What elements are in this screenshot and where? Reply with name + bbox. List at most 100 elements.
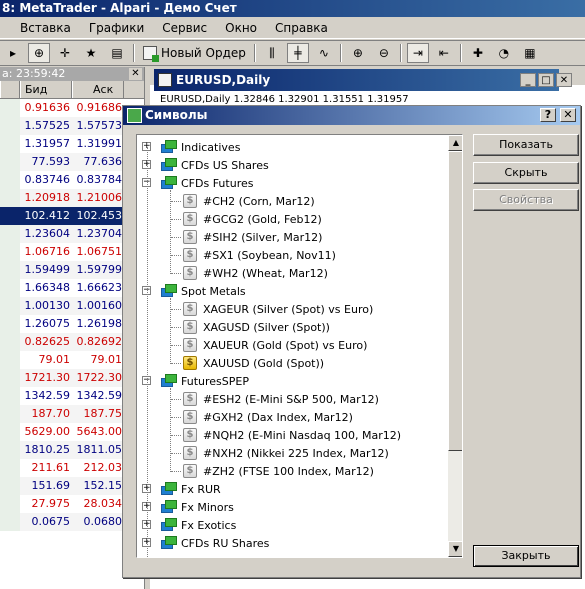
tree-symbol[interactable]: $ XAUEUR (Gold (Spot) vs Euro) <box>183 336 367 354</box>
toolbar-divider <box>133 44 135 62</box>
tree-group[interactable]: + CFDs US Shares <box>142 156 269 174</box>
tree-symbol[interactable]: $ #WH2 (Wheat, Mar12) <box>183 264 328 282</box>
tree-connector <box>171 471 181 472</box>
symbol-cell <box>0 351 20 369</box>
crosshair-icon[interactable]: ✛ <box>54 43 76 63</box>
close-dialog-button[interactable]: Закрыть <box>473 545 579 567</box>
dropdown-arrow-icon[interactable]: ▸ <box>2 43 24 63</box>
tree-symbol[interactable]: $ #SX1 (Soybean, Nov11) <box>183 246 336 264</box>
tree-item-label: Fx Minors <box>181 500 234 514</box>
dialog-title-bar[interactable]: Символы ? ✕ <box>123 106 580 125</box>
menu-tools[interactable]: Сервис <box>154 21 217 35</box>
favorites-icon[interactable]: ★ <box>80 43 102 63</box>
new-order-button[interactable]: Новый Ордер <box>138 43 251 63</box>
symbol-icon: $ <box>183 320 197 334</box>
tree-symbol[interactable]: $ #ESH2 (E-Mini S&P 500, Mar12) <box>183 390 379 408</box>
zoom-in-icon[interactable]: ⊕ <box>347 43 369 63</box>
symbols-tree: + Indicatives + CFDs US Shares − CFDs Futures… <box>136 134 463 558</box>
properties-button[interactable]: Свойства <box>473 189 579 211</box>
zoom-out-icon[interactable]: ⊖ <box>373 43 395 63</box>
symbol-column-header[interactable] <box>0 81 20 98</box>
indicators-icon[interactable]: ✚ <box>467 43 489 63</box>
tree-symbol[interactable]: $ XAUUSD (Gold (Spot)) <box>183 354 324 372</box>
bid-cell: 1.20918 <box>24 191 71 204</box>
tree-item-label: XAGUSD (Silver (Spot)) <box>203 320 330 334</box>
market-watch-header: a: 23:59:42 ✕ <box>0 67 144 81</box>
menu-help[interactable]: Справка <box>267 21 338 35</box>
tree-symbol[interactable]: $ #NQH2 (E-Mini Nasdaq 100, Mar12) <box>183 426 401 444</box>
tree-group[interactable]: + CFDs RU Shares <box>142 534 269 552</box>
help-button[interactable]: ? <box>540 108 556 122</box>
symbol-cell <box>0 315 20 333</box>
symbol-cell <box>0 117 20 135</box>
tree-group[interactable]: + Indicatives <box>142 138 240 156</box>
toolbar: ▸ ⊕ ✛ ★ ▤ Новый Ордер ⫼ ╪ ∿ ⊕ ⊖ ⇥ ⇤ ✚ ◔ … <box>0 40 585 66</box>
menubar: Вставка Графики Сервис Окно Справка <box>0 17 585 39</box>
tree-connector <box>171 273 181 274</box>
ask-column-header[interactable]: Аск <box>72 81 124 98</box>
menu-charts[interactable]: Графики <box>81 21 154 35</box>
symbols-icon[interactable]: ⊕ <box>28 43 50 63</box>
hide-button[interactable]: Скрыть <box>473 162 579 184</box>
ask-cell: 1.23704 <box>76 227 123 240</box>
periods-icon[interactable]: ◔ <box>493 43 515 63</box>
tree-group[interactable]: + Fx Exotics <box>142 516 237 534</box>
tree-symbol[interactable]: $ #GCG2 (Gold, Feb12) <box>183 210 322 228</box>
new-order-label: Новый Ордер <box>161 46 246 60</box>
close-button[interactable]: ✕ <box>560 108 576 122</box>
close-icon[interactable]: ✕ <box>129 68 142 80</box>
navigator-icon[interactable]: ▤ <box>106 43 128 63</box>
folder-icon <box>161 140 177 154</box>
symbol-cell <box>0 207 20 225</box>
tree-symbol[interactable]: $ #SIH2 (Silver, Mar12) <box>183 228 322 246</box>
minimize-icon[interactable]: _ <box>520 73 536 87</box>
scroll-down-icon[interactable]: ▼ <box>448 541 462 557</box>
tree-symbol[interactable]: $ #ZH2 (FTSE 100 Index, Mar12) <box>183 462 374 480</box>
symbol-cell <box>0 297 20 315</box>
chart-shift-icon[interactable]: ⇤ <box>433 43 455 63</box>
chart-title: EURUSD,Daily <box>176 73 271 87</box>
ask-cell: 1.26198 <box>76 317 123 330</box>
scrollbar-thumb[interactable] <box>448 151 462 451</box>
tree-symbol[interactable]: $ #NXH2 (Nikkei 225 Index, Mar12) <box>183 444 389 462</box>
menu-insert[interactable]: Вставка <box>0 21 81 35</box>
bid-cell: 77.593 <box>31 155 71 168</box>
bid-cell: 5629.00 <box>24 425 71 438</box>
autoscroll-icon[interactable]: ⇥ <box>406 43 429 63</box>
tree-symbol[interactable]: $ XAGEUR (Silver (Spot) vs Euro) <box>183 300 373 318</box>
tree-symbol[interactable]: $ #GXH2 (Dax Index, Mar12) <box>183 408 353 426</box>
close-icon[interactable]: ✕ <box>556 73 572 87</box>
tree-item-label: Fx Exotics <box>181 518 237 532</box>
menu-window[interactable]: Окно <box>217 21 267 35</box>
tree-group[interactable]: + Fx RUR <box>142 480 221 498</box>
chart-title-bar[interactable]: EURUSD,Daily _ □ ✕ <box>154 69 572 91</box>
tree-group[interactable]: − FuturesSPEP <box>142 372 249 390</box>
bar-chart-icon[interactable]: ⫼ <box>261 43 283 63</box>
templates-icon[interactable]: ▦ <box>519 43 541 63</box>
show-button[interactable]: Показать <box>473 134 579 156</box>
tree-group[interactable]: − CFDs Futures <box>142 174 253 192</box>
tree-connector <box>171 345 181 346</box>
folder-icon <box>161 158 177 172</box>
market-watch-columns: Бид Аск <box>0 81 144 99</box>
tree-symbol[interactable]: $ XAGUSD (Silver (Spot)) <box>183 318 330 336</box>
chart-ohlc-info: EURUSD,Daily 1.32846 1.32901 1.31551 1.3… <box>160 94 409 105</box>
candlestick-icon[interactable]: ╪ <box>286 43 309 63</box>
maximize-icon[interactable]: □ <box>538 73 554 87</box>
tree-item-label: #SIH2 (Silver, Mar12) <box>203 230 323 244</box>
bid-cell: 1.31957 <box>24 137 71 150</box>
tree-symbol[interactable]: $ #CH2 (Corn, Mar12) <box>183 192 315 210</box>
app-title-bar[interactable]: 8: MetaTrader - Alpari - Демо Счет <box>0 0 585 17</box>
vertical-scrollbar[interactable]: ▲ ▼ <box>448 135 462 557</box>
tree-connector <box>171 399 181 400</box>
symbols-tree-list: + Indicatives + CFDs US Shares − CFDs Futures… <box>137 135 448 557</box>
tree-group[interactable]: − Spot Metals <box>142 282 246 300</box>
bid-column-header[interactable]: Бид <box>20 81 72 98</box>
line-chart-icon[interactable]: ∿ <box>313 43 335 63</box>
scroll-up-icon[interactable]: ▲ <box>448 135 462 151</box>
symbol-cell <box>0 189 20 207</box>
folder-icon <box>161 482 177 496</box>
chart-window-icon <box>158 73 172 87</box>
tree-group[interactable]: + Fx Minors <box>142 498 234 516</box>
symbol-icon: $ <box>183 266 197 280</box>
